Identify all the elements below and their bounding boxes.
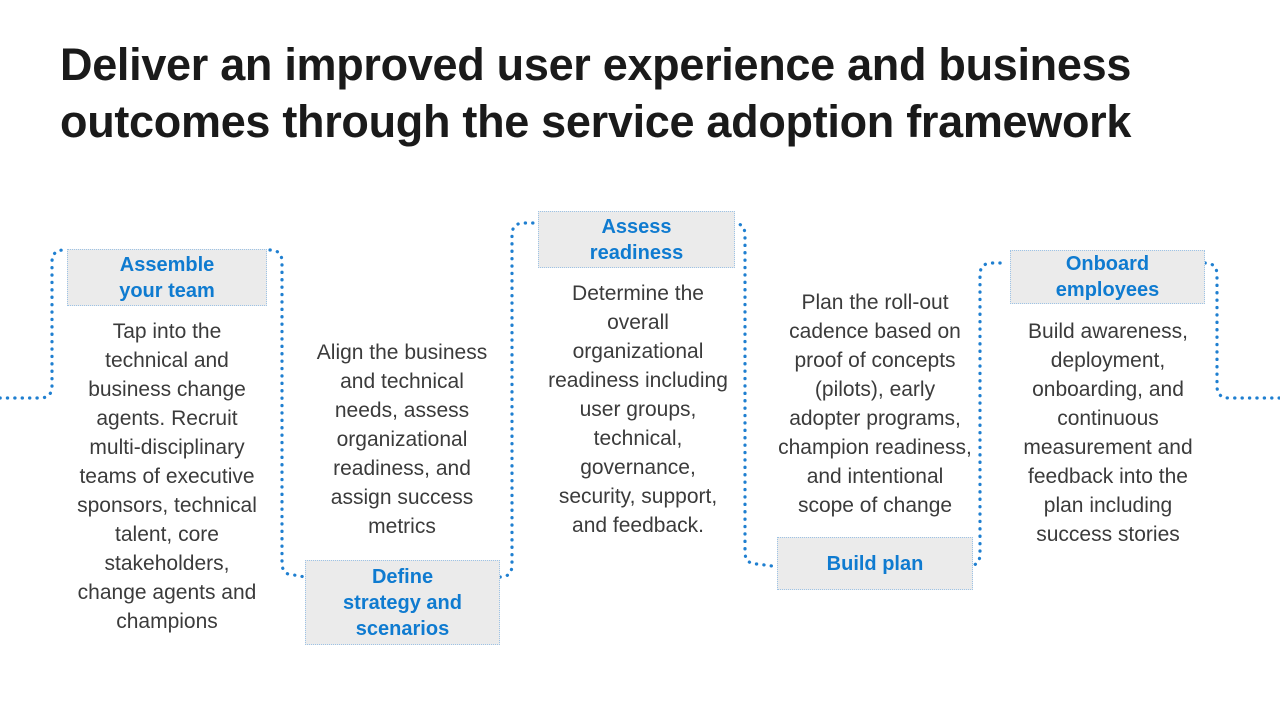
slide-canvas: Deliver an improved user experience and … bbox=[0, 0, 1280, 720]
page-title: Deliver an improved user experience and … bbox=[60, 39, 1132, 147]
stage-header-define-strategy-and-scenarios[interactable]: Define strategy and scenarios bbox=[305, 560, 500, 645]
stage-body-assess-readiness: Determine the overall organizational rea… bbox=[548, 282, 728, 537]
stage-assess-readiness[interactable]: Assess readiness Determine the overall o… bbox=[533, 205, 743, 565]
stage-onboard-employees[interactable]: Onboard employees Build awareness, deplo… bbox=[1005, 245, 1210, 575]
stage-body-onboard-employees: Build awareness, deployment, onboarding,… bbox=[1023, 320, 1193, 546]
stage-header-assess-readiness[interactable]: Assess readiness bbox=[538, 211, 735, 268]
connector-segment-exit bbox=[1203, 261, 1280, 400]
stage-body-define-strategy-and-scenarios: Align the business and technical needs, … bbox=[316, 341, 488, 538]
stage-header-onboard-employees[interactable]: Onboard employees bbox=[1010, 250, 1205, 304]
stage-define-strategy-and-scenarios[interactable]: Define strategy and scenarios Align the … bbox=[297, 330, 507, 650]
stage-body-assemble-your-team: Tap into the technical and business chan… bbox=[77, 320, 257, 633]
stage-build-plan[interactable]: Build plan Plan the roll-out cadence bas… bbox=[772, 285, 978, 595]
stage-assemble-your-team[interactable]: Assemble your team Tap into the technica… bbox=[52, 240, 282, 640]
stage-header-build-plan[interactable]: Build plan bbox=[777, 537, 973, 590]
stage-body-build-plan: Plan the roll-out cadence based on proof… bbox=[778, 291, 972, 517]
stage-header-assemble-your-team[interactable]: Assemble your team bbox=[67, 249, 267, 306]
